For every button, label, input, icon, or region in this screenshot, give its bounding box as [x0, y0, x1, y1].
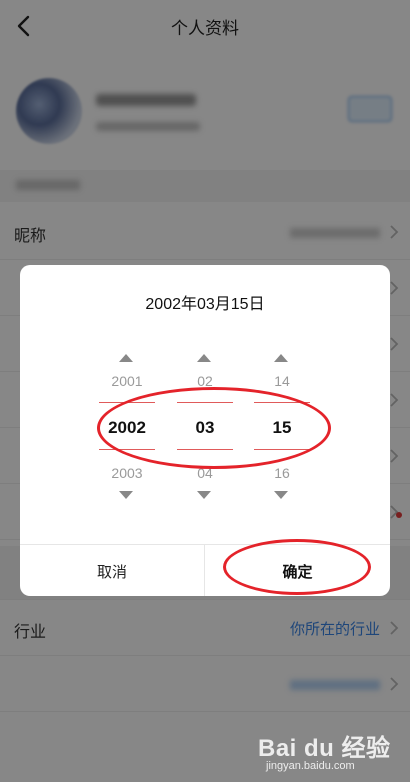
- day-next[interactable]: 16: [252, 465, 312, 481]
- day-down-arrow-icon[interactable]: [274, 491, 288, 499]
- watermark-url: jingyan.baidu.com: [266, 760, 355, 772]
- annotation-circle-picker: [97, 387, 331, 469]
- annotation-circle-confirm: [223, 539, 371, 595]
- year-prev[interactable]: 2001: [97, 373, 157, 389]
- day-up-arrow-icon[interactable]: [274, 354, 288, 362]
- cancel-button[interactable]: 取消: [20, 545, 205, 596]
- year-up-arrow-icon[interactable]: [119, 354, 133, 362]
- day-prev[interactable]: 14: [252, 373, 312, 389]
- month-up-arrow-icon[interactable]: [197, 354, 211, 362]
- baidu-jingyan-watermark: Bai du 经验 jingyan.baidu.com: [258, 728, 408, 778]
- month-down-arrow-icon[interactable]: [197, 491, 211, 499]
- date-picker-title: 2002年03月15日: [145, 296, 265, 313]
- year-next[interactable]: 2003: [97, 465, 157, 481]
- watermark-logo: Bai du 经验: [258, 735, 391, 762]
- year-down-arrow-icon[interactable]: [119, 491, 133, 499]
